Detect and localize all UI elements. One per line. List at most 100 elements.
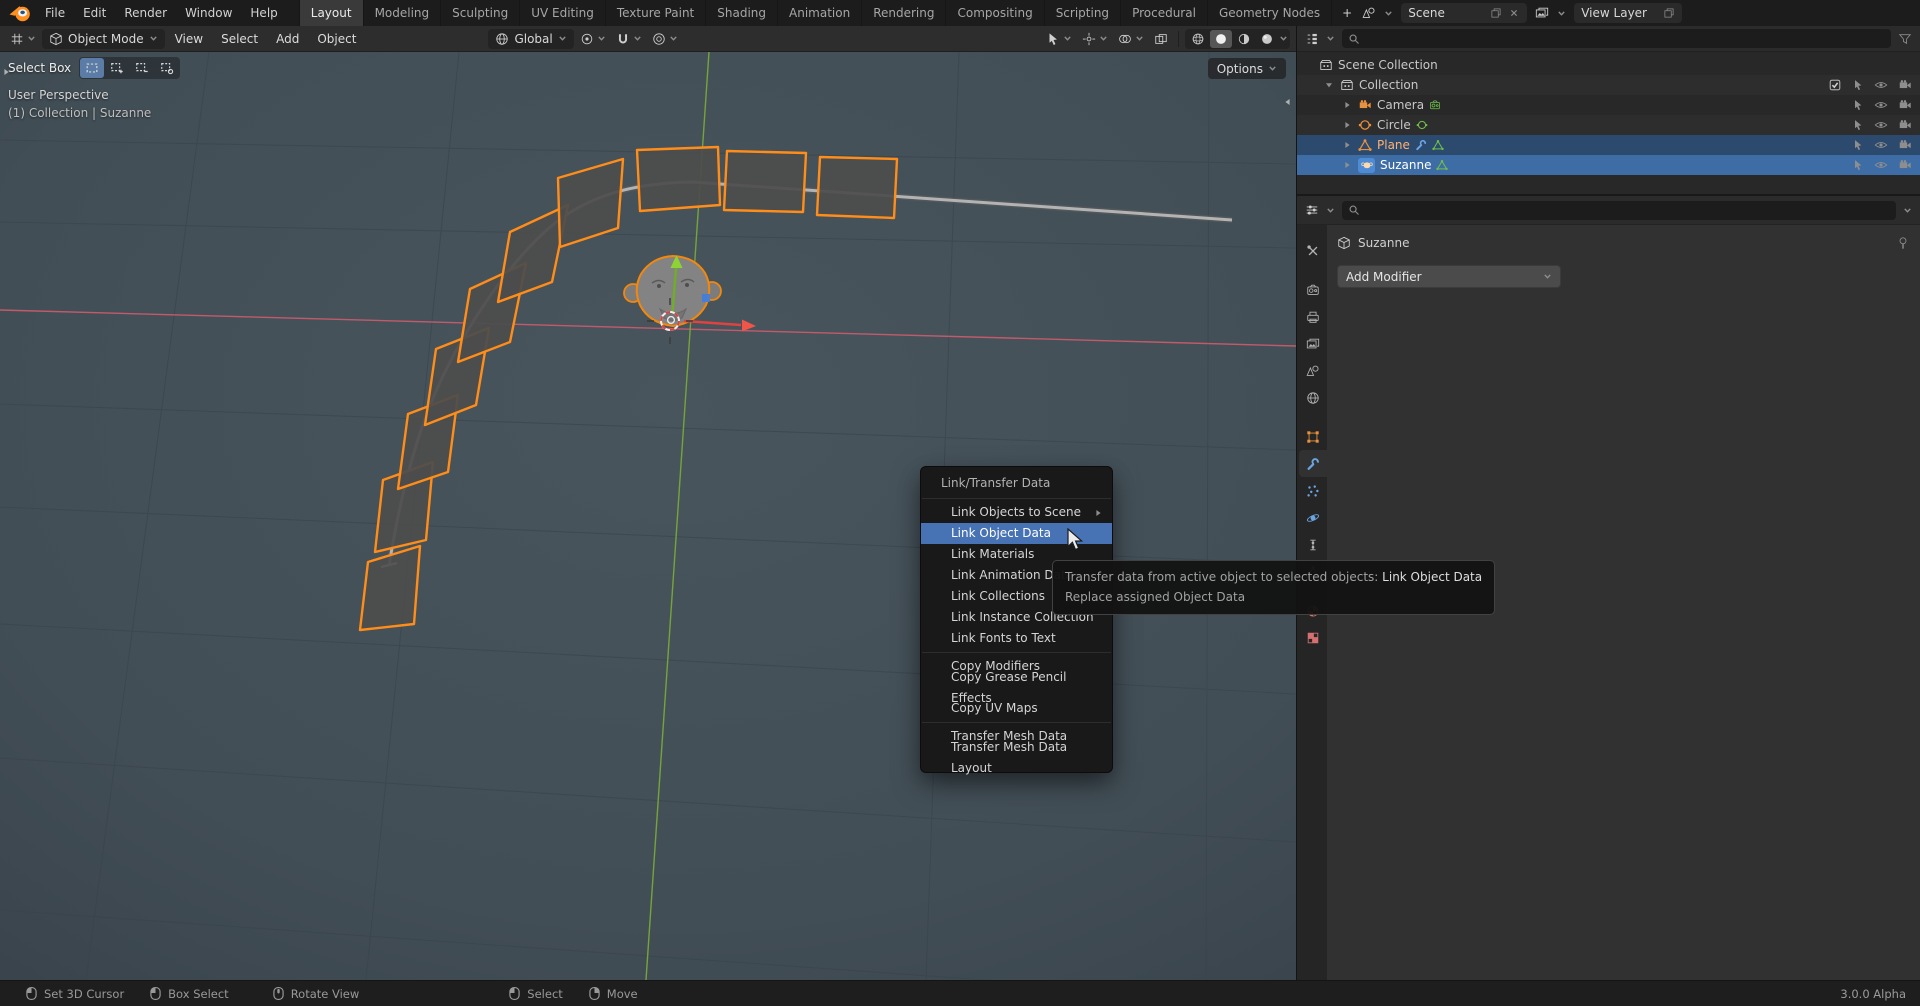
menu-add[interactable]: Add [268, 26, 307, 52]
menu-object[interactable]: Object [309, 26, 364, 52]
tab-modifiers[interactable] [1299, 450, 1327, 477]
outliner-editor-icon[interactable] [1305, 32, 1319, 46]
overlays-dropdown[interactable] [1114, 29, 1148, 49]
chevron-down-icon[interactable] [1557, 9, 1566, 18]
menu-help[interactable]: Help [241, 0, 286, 26]
select-mode-new-button[interactable] [80, 58, 105, 78]
hide-eye-icon[interactable] [1874, 98, 1888, 112]
expand-icon[interactable] [1341, 161, 1353, 169]
expand-icon[interactable] [1341, 141, 1353, 149]
tab-output[interactable] [1299, 303, 1327, 330]
sidebar-expand-icon[interactable] [1284, 94, 1292, 108]
outliner-row-scene-collection[interactable]: Scene Collection [1297, 55, 1920, 75]
render-camera-icon[interactable] [1898, 138, 1912, 152]
shading-solid-button[interactable] [1210, 29, 1232, 48]
add-workspace-button[interactable]: + [1332, 0, 1362, 26]
tab-tool[interactable] [1299, 237, 1327, 264]
menu-window[interactable]: Window [176, 0, 241, 26]
select-mode-intersect-button[interactable] [155, 58, 179, 78]
gizmo-plane-handle[interactable] [702, 294, 710, 302]
collapse-icon[interactable] [1323, 81, 1335, 89]
menu-item-copy-uv-maps[interactable]: Copy UV Maps [921, 698, 1112, 719]
tab-physics[interactable] [1299, 504, 1327, 531]
view-layer-selector[interactable]: View Layer [1574, 3, 1683, 23]
add-modifier-dropdown[interactable]: Add Modifier [1337, 265, 1561, 288]
render-camera-icon[interactable] [1898, 158, 1912, 172]
selectability-dropdown[interactable] [1042, 29, 1076, 49]
shading-material-button[interactable] [1233, 30, 1255, 48]
properties-editor-icon[interactable] [1305, 203, 1319, 217]
selectable-pointer-icon[interactable] [1852, 139, 1864, 151]
outliner-row-circle[interactable]: Circle [1297, 115, 1920, 135]
options-dropdown[interactable]: Options [1207, 58, 1286, 79]
blender-logo-icon[interactable] [8, 3, 32, 23]
tab-scene[interactable] [1299, 357, 1327, 384]
expand-icon[interactable] [1341, 121, 1353, 129]
outliner-row-camera[interactable]: Camera [1297, 95, 1920, 115]
snap-toggle[interactable] [612, 29, 646, 49]
workspace-tab-procedural[interactable]: Procedural [1121, 0, 1208, 26]
workspace-tab-compositing[interactable]: Compositing [946, 0, 1045, 26]
toolbar-expand-icon[interactable] [2, 64, 10, 78]
render-camera-icon[interactable] [1898, 98, 1912, 112]
render-camera-icon[interactable] [1898, 118, 1912, 132]
menu-item-transfer-mesh-data-layout[interactable]: Transfer Mesh Data Layout [921, 740, 1112, 775]
scene-icon[interactable] [1362, 6, 1376, 21]
close-icon[interactable] [1508, 7, 1520, 19]
menu-edit[interactable]: Edit [74, 0, 115, 26]
workspace-tab-sculpting[interactable]: Sculpting [441, 0, 521, 26]
selectable-pointer-icon[interactable] [1852, 159, 1864, 171]
pivot-point-dropdown[interactable] [576, 29, 610, 49]
checkbox-icon[interactable] [1828, 78, 1842, 92]
hide-eye-icon[interactable] [1874, 118, 1888, 132]
outliner-row-plane[interactable]: Plane [1297, 135, 1920, 155]
selectable-pointer-icon[interactable] [1852, 119, 1864, 131]
selectable-pointer-icon[interactable] [1852, 79, 1864, 91]
menu-view[interactable]: View [167, 26, 211, 52]
workspace-tab-shading[interactable]: Shading [706, 0, 778, 26]
menu-select[interactable]: Select [213, 26, 266, 52]
workspace-tab-uv-editing[interactable]: UV Editing [520, 0, 606, 26]
menu-render[interactable]: Render [115, 0, 176, 26]
chevron-down-icon[interactable] [1903, 206, 1912, 215]
copy-icon[interactable] [1663, 7, 1675, 19]
chevron-down-icon[interactable] [1326, 206, 1335, 215]
outliner-search[interactable] [1342, 29, 1891, 48]
tab-constraints[interactable] [1299, 531, 1327, 558]
hide-eye-icon[interactable] [1874, 78, 1888, 92]
gizmos-dropdown[interactable] [1078, 29, 1112, 49]
chevron-down-icon[interactable] [1279, 34, 1288, 43]
tab-render[interactable] [1299, 276, 1327, 303]
outliner-row-collection[interactable]: Collection [1297, 75, 1920, 95]
workspace-tab-scripting[interactable]: Scripting [1045, 0, 1122, 26]
chevron-down-icon[interactable] [1384, 9, 1393, 18]
transform-orientation-dropdown[interactable]: Global [488, 28, 574, 49]
tab-texture[interactable] [1299, 624, 1327, 651]
select-mode-subtract-button[interactable] [130, 58, 154, 78]
properties-search[interactable] [1342, 200, 1896, 220]
expand-icon[interactable] [1341, 101, 1353, 109]
selectable-pointer-icon[interactable] [1852, 99, 1864, 111]
scene-selector[interactable]: Scene [1401, 3, 1528, 23]
pin-icon[interactable] [1896, 236, 1910, 250]
chevron-down-icon[interactable] [1326, 34, 1335, 43]
workspace-tab-geometry-nodes[interactable]: Geometry Nodes [1208, 0, 1333, 26]
mode-dropdown[interactable]: Object Mode [42, 28, 165, 49]
shading-rendered-button[interactable] [1256, 30, 1278, 48]
select-mode-extend-button[interactable] [105, 58, 129, 78]
workspace-tab-texture-paint[interactable]: Texture Paint [606, 0, 707, 26]
workspace-tab-animation[interactable]: Animation [778, 0, 863, 26]
hide-eye-icon[interactable] [1874, 158, 1888, 172]
editor-type-button[interactable] [6, 29, 40, 49]
tab-world[interactable] [1299, 384, 1327, 411]
workspace-tab-modeling[interactable]: Modeling [364, 0, 442, 26]
tab-object[interactable] [1299, 423, 1327, 450]
filter-icon[interactable] [1898, 32, 1912, 46]
menu-item-copy-grease-pencil-effects[interactable]: Copy Grease Pencil Effects [921, 670, 1112, 705]
xray-toggle[interactable] [1150, 29, 1172, 49]
shading-wireframe-button[interactable] [1187, 30, 1209, 48]
tab-view-layer[interactable] [1299, 330, 1327, 357]
proportional-editing-toggle[interactable] [648, 29, 682, 49]
tab-particles[interactable] [1299, 477, 1327, 504]
outliner-row-suzanne[interactable]: Suzanne [1297, 155, 1920, 175]
